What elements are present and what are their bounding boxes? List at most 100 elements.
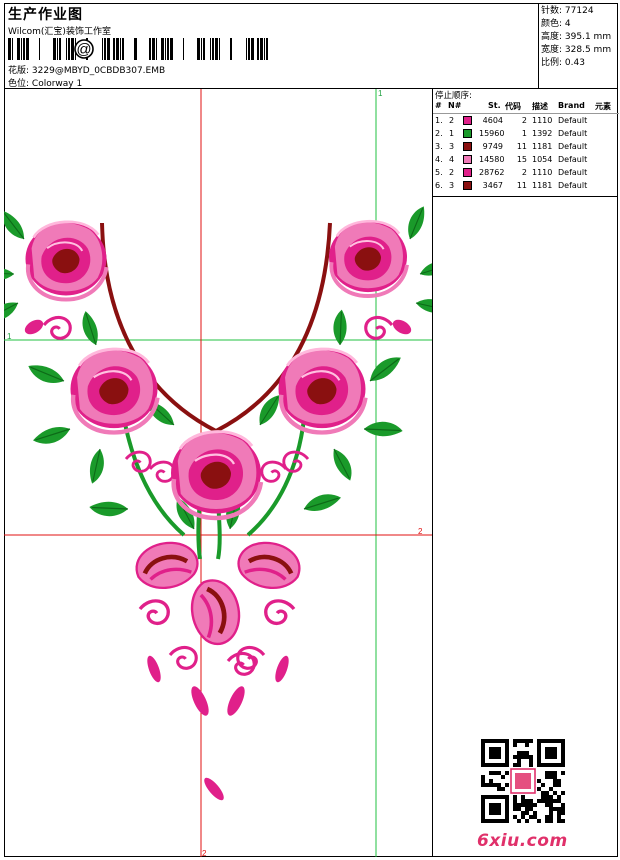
qr-module — [561, 743, 565, 747]
design-value: 3229@MBYD_0CBDB307.EMB — [31, 66, 166, 76]
barcode-bar — [53, 38, 56, 60]
stat-stitches: 针数: 77124 — [541, 6, 594, 16]
qr-module — [501, 775, 505, 779]
qr-module — [557, 763, 561, 767]
cell-stitches: 14580 — [479, 155, 505, 164]
qr-module — [485, 795, 489, 799]
qr-module — [545, 763, 549, 767]
qr-module — [497, 819, 501, 823]
cell-index: 4. — [435, 155, 443, 164]
barcode-bar — [219, 38, 220, 60]
qr-module — [553, 751, 557, 755]
qr-module — [505, 819, 509, 823]
qr-module — [557, 815, 561, 819]
barcode-bar — [12, 38, 13, 60]
qr-module — [521, 751, 525, 755]
cell-index: 5. — [435, 168, 443, 177]
barcode-bar — [59, 38, 61, 60]
qr-module — [553, 807, 557, 811]
cell-stitches: 28762 — [479, 168, 505, 177]
cell-stitches: 3467 — [482, 181, 503, 190]
rose-top-right — [327, 219, 409, 298]
qr-module — [485, 783, 489, 787]
qr-module — [553, 739, 557, 743]
qr-module — [557, 739, 561, 743]
qr-module — [505, 743, 509, 747]
barcode-bar — [8, 38, 11, 60]
header-panel: 生产作业图 Wilcom(汇宝)装饰工作室 @ 花版: 3229@MBYD_0C… — [4, 3, 539, 89]
qr-module — [481, 779, 485, 783]
cell-index: 1. — [435, 116, 443, 125]
cell-stitches: 9749 — [482, 142, 503, 151]
qr-module — [545, 755, 549, 759]
barcode-bar — [21, 38, 22, 60]
barcode-bar — [165, 38, 166, 60]
qr-module — [489, 795, 493, 799]
guide-label-v1: 1 — [378, 89, 383, 98]
color-swatch — [463, 168, 472, 177]
qr-module — [513, 803, 517, 807]
qr-module — [529, 807, 533, 811]
qr-module — [489, 747, 493, 751]
qr-module — [521, 755, 525, 759]
qr-module — [481, 747, 485, 751]
qr-module — [521, 815, 525, 819]
qr-module — [497, 751, 501, 755]
qr-module — [521, 803, 525, 807]
qr-module — [549, 739, 553, 743]
barcode-at-symbol: @ — [76, 41, 91, 58]
design-file: 花版: 3229@MBYD_0CBDB307.EMB — [8, 63, 165, 76]
qr-module — [493, 771, 497, 775]
qr-module — [553, 747, 557, 751]
qr-module — [521, 799, 525, 803]
qr-module — [505, 739, 509, 743]
qr-module — [541, 763, 545, 767]
qr-module — [545, 815, 549, 819]
qr-module — [485, 763, 489, 767]
qr-module — [513, 743, 517, 747]
qr-module — [501, 819, 505, 823]
qr-module — [481, 751, 485, 755]
qr-module — [505, 811, 509, 815]
barcode-bar — [170, 38, 173, 60]
qr-module — [529, 755, 533, 759]
qr-module — [549, 771, 553, 775]
qr-module — [521, 811, 525, 815]
cell-brand: Default — [558, 129, 588, 138]
color-swatch — [463, 116, 472, 125]
qr-module — [481, 759, 485, 763]
bud-left — [133, 538, 201, 592]
qr-module — [481, 819, 485, 823]
qr-module — [537, 799, 541, 803]
qr-module — [493, 755, 497, 759]
cell-code: 2 — [521, 168, 527, 177]
barcode-bar — [203, 38, 205, 60]
qr-module — [489, 771, 493, 775]
qr-module — [505, 807, 509, 811]
barcode-bar — [257, 38, 259, 60]
qr-module — [481, 799, 485, 803]
barcode-bar — [260, 38, 263, 60]
qr-module — [561, 763, 565, 767]
qr-module — [489, 739, 493, 743]
rose-top-left — [26, 222, 107, 300]
qr-module — [513, 763, 517, 767]
qr-module — [497, 747, 501, 751]
qr-module — [533, 815, 537, 819]
colorway-label: 色位: — [8, 79, 30, 89]
barcode-bar — [161, 38, 164, 60]
qr-module — [545, 799, 549, 803]
qr-module — [545, 739, 549, 743]
barcode-bar — [152, 38, 155, 60]
barcode-bar — [102, 38, 103, 60]
stat-scale: 比例: 0.43 — [541, 58, 585, 68]
cell-desc: 1110 — [532, 168, 553, 177]
qr-module — [497, 755, 501, 759]
cell-needle: 2 — [449, 116, 455, 125]
barcode-bar — [113, 38, 115, 60]
qr-module — [517, 803, 521, 807]
qr-module — [513, 755, 517, 759]
qr-module — [481, 783, 485, 787]
qr-module — [525, 755, 529, 759]
barcode-bar — [104, 38, 106, 60]
